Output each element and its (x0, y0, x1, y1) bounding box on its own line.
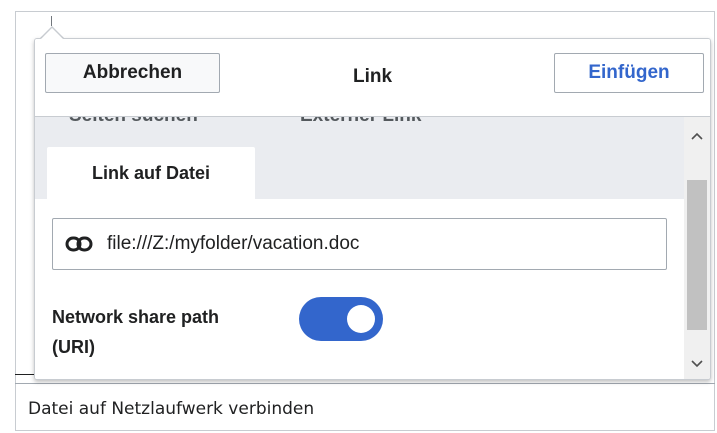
cancel-button[interactable]: Abbrechen (45, 53, 220, 93)
scroll-thumb[interactable] (687, 180, 707, 330)
url-value: file:///Z:/myfolder/vacation.doc (107, 233, 360, 254)
figure-caption: Datei auf Netzlaufwerk verbinden (28, 399, 315, 419)
url-input[interactable]: file:///Z:/myfolder/vacation.doc (52, 218, 667, 270)
link-dialog: Abbrechen Link Einfügen Seiten suchen Ex… (34, 38, 711, 380)
tab-strip: Seiten suchen Externer Link Link auf Dat… (35, 117, 685, 199)
network-share-label: Network share path (URI) (52, 307, 220, 357)
link-icon (65, 236, 93, 252)
anchor-cursor (51, 16, 52, 26)
dialog-body: Seiten suchen Externer Link Link auf Dat… (35, 117, 710, 379)
insert-button[interactable]: Einfügen (554, 53, 704, 93)
network-share-toggle[interactable] (299, 297, 383, 341)
chevron-up-icon (691, 132, 703, 140)
tab-search-pages[interactable]: Seiten suchen (69, 117, 198, 127)
toggle-knob (347, 305, 375, 333)
scroll-down-arrow[interactable] (684, 351, 710, 377)
tab-panel: file:///Z:/myfolder/vacation.doc Network… (35, 199, 685, 379)
scroll-up-arrow[interactable] (684, 123, 710, 149)
popup-arrow-fill (40, 28, 64, 40)
figure-divider (15, 383, 715, 384)
background-rule (15, 374, 35, 375)
scrollbar[interactable] (684, 117, 710, 379)
dialog-header: Abbrechen Link Einfügen (35, 39, 710, 117)
tab-link-to-file[interactable]: Link auf Datei (47, 147, 255, 199)
tab-external-link[interactable]: Externer Link (300, 117, 421, 127)
chevron-down-icon (691, 360, 703, 368)
